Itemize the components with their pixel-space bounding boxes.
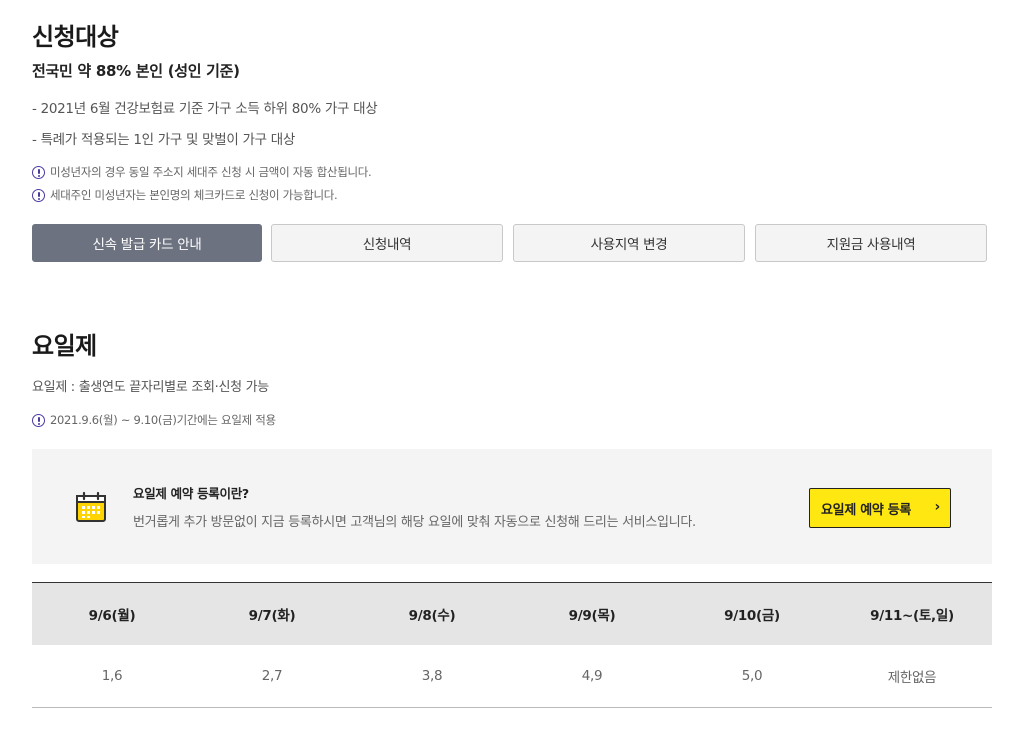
weekday-rule-description: 요일제 : 출생연도 끝자리별로 조회·신청 가능 — [32, 380, 269, 395]
notice-icon — [32, 188, 45, 202]
eligibility-note-1: 미성년자의 경우 동일 주소지 세대주 신청 시 금액이 자동 합산됩니다. — [32, 164, 372, 180]
table-cell: 제한없음 — [887, 670, 937, 686]
weekday-schedule-table: 9/6(월) 9/7(화) 9/8(수) 9/9(목) 9/10(금) 9/11… — [32, 582, 992, 708]
tab-quick-card-guide[interactable]: 신속 발급 카드 안내 — [32, 224, 262, 262]
table-header-cell: 9/10(금) — [724, 608, 780, 624]
table-header-row: 9/6(월) 9/7(화) 9/8(수) 9/9(목) 9/10(금) 9/11… — [32, 582, 992, 645]
tab-change-region[interactable]: 사용지역 변경 — [513, 224, 745, 262]
chevron-right-icon: › — [934, 499, 941, 515]
promo-description: 번거롭게 추가 방문없이 지금 등록하시면 고객님의 해당 요일에 맞춰 자동으… — [133, 515, 696, 530]
table-header-cell: 9/8(수) — [408, 608, 456, 624]
table-cell: 2,7 — [261, 668, 283, 684]
weekday-rule-note: 2021.9.6(월) ~ 9.10(금)기간에는 요일제 적용 — [32, 412, 276, 428]
eligibility-bullet-2: - 특례가 적용되는 1인 가구 및 맞벌이 가구 대상 — [32, 132, 295, 148]
reservation-promo-box: 요일제 예약 등록이란? 번거롭게 추가 방문없이 지금 등록하시면 고객님의 … — [32, 449, 992, 564]
eligibility-title: 신청대상 — [32, 23, 119, 51]
table-header-cell: 9/6(월) — [88, 608, 136, 624]
tab-usage-history[interactable]: 지원금 사용내역 — [755, 224, 987, 262]
notice-icon — [32, 165, 45, 179]
table-cell: 4,9 — [581, 668, 603, 684]
table-cell: 5,0 — [741, 668, 763, 684]
eligibility-bullet-1: - 2021년 6월 건강보험료 기준 가구 소득 하위 80% 가구 대상 — [32, 101, 378, 117]
eligibility-subtitle: 전국민 약 88% 본인 (성인 기준) — [32, 62, 240, 80]
table-row: 1,6 2,7 3,8 4,9 5,0 제한없음 — [32, 645, 992, 708]
table-header-cell: 9/7(화) — [248, 608, 296, 624]
eligibility-note-2-text: 세대주인 미성년자는 본인명의 체크카드로 신청이 가능합니다. — [50, 188, 338, 202]
table-header-cell: 9/9(목) — [568, 608, 616, 624]
weekday-reservation-button-label: 요일제 예약 등록 — [821, 502, 912, 518]
promo-title: 요일제 예약 등록이란? — [133, 486, 249, 501]
table-header-cell: 9/11~(토,일) — [870, 608, 954, 624]
table-cell: 3,8 — [421, 668, 443, 684]
weekday-rule-note-text: 2021.9.6(월) ~ 9.10(금)기간에는 요일제 적용 — [50, 413, 276, 427]
calendar-icon — [76, 491, 106, 522]
table-cell: 1,6 — [101, 668, 123, 684]
weekday-rule-title: 요일제 — [32, 332, 97, 360]
eligibility-note-2: 세대주인 미성년자는 본인명의 체크카드로 신청이 가능합니다. — [32, 187, 338, 203]
weekday-reservation-button[interactable]: 요일제 예약 등록 › — [809, 488, 951, 528]
eligibility-note-1-text: 미성년자의 경우 동일 주소지 세대주 신청 시 금액이 자동 합산됩니다. — [50, 165, 372, 179]
tab-application-history[interactable]: 신청내역 — [271, 224, 503, 262]
notice-icon — [32, 413, 45, 427]
